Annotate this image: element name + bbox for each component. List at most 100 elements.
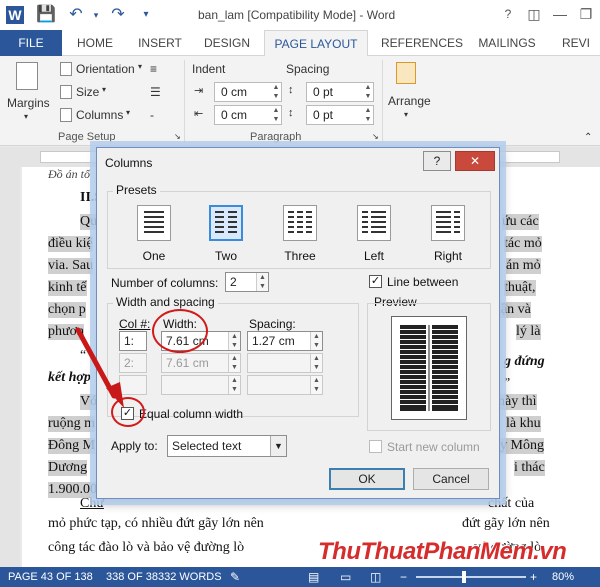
doc-line: chọn p xyxy=(48,302,86,318)
word-app-icon: W xyxy=(6,6,24,24)
tab-design[interactable]: DESIGN xyxy=(196,30,258,56)
indent-left-spinner-icon[interactable]: ▲ ▼ xyxy=(271,83,281,101)
zoom-in-icon[interactable]: + xyxy=(530,567,537,587)
vertical-ruler[interactable] xyxy=(0,167,20,567)
line-between-checkbox[interactable]: ✓ xyxy=(369,275,382,288)
spacing-input-col1[interactable]: 1.27 cm ▲ ▼ xyxy=(247,331,323,351)
width-col2-spinner-icon[interactable]: ▲ ▼ xyxy=(228,354,240,372)
customize-quick-access-icon[interactable]: ▾ xyxy=(136,5,156,25)
columns-dropdown-icon[interactable]: ▾ xyxy=(126,108,130,117)
preset-one[interactable] xyxy=(137,205,171,241)
dialog-close-button[interactable]: ✕ xyxy=(455,151,495,171)
spacing-before-spinner-icon[interactable]: ▲ ▼ xyxy=(363,83,373,101)
web-layout-icon[interactable]: ◫ xyxy=(370,567,381,587)
preset-two[interactable] xyxy=(209,205,243,241)
line-between-label: Line between xyxy=(387,275,459,289)
margins-button[interactable]: Margins xyxy=(7,96,50,110)
indent-left-icon: ⇥ xyxy=(194,85,204,97)
breaks-icon[interactable]: ≡ xyxy=(150,62,157,76)
zoom-out-icon[interactable]: − xyxy=(400,567,407,587)
width-col3-spinner-icon[interactable]: ▲ ▼ xyxy=(228,376,240,394)
width-value-col2: 7.61 cm xyxy=(166,356,209,370)
preset-three[interactable] xyxy=(283,205,317,241)
line-numbers-icon[interactable]: ☰ xyxy=(150,85,161,99)
preset-right-label: Right xyxy=(433,249,462,263)
margins-icon[interactable] xyxy=(16,62,38,90)
zoom-slider[interactable] xyxy=(416,576,526,578)
columns-button[interactable]: Columns xyxy=(76,108,123,122)
ribbon-tabs: FILE HOME INSERT DESIGN PAGE LAYOUT REFE… xyxy=(0,30,600,57)
size-dropdown-icon[interactable]: ▾ xyxy=(102,85,106,94)
doc-line: đứt gãy lớn nên xyxy=(462,516,550,531)
paragraph-group-label: Paragraph xyxy=(250,131,302,143)
tab-references[interactable]: REFERENCES xyxy=(374,30,470,56)
undo-dropdown-icon[interactable]: ▾ xyxy=(86,5,106,25)
spacing-after-value: 0 pt xyxy=(313,108,334,122)
indent-right-spinner-icon[interactable]: ▲ ▼ xyxy=(271,106,281,124)
tab-review[interactable]: REVI xyxy=(552,30,600,56)
doc-line: ” xyxy=(504,376,511,391)
help-button[interactable]: ? xyxy=(496,4,520,24)
margins-dropdown-icon[interactable]: ▾ xyxy=(24,112,28,121)
width-col1-spinner-icon[interactable]: ▲ ▼ xyxy=(228,332,240,350)
arrange-button[interactable]: Arrange xyxy=(388,94,431,108)
tab-page-layout[interactable]: PAGE LAYOUT xyxy=(264,30,368,57)
preset-right[interactable] xyxy=(431,205,465,241)
spacing-input-col3[interactable]: ▲ ▼ xyxy=(247,375,323,395)
indent-left-input[interactable]: 0 cm ▲ ▼ xyxy=(214,82,282,102)
orientation-dropdown-icon[interactable]: ▾ xyxy=(138,62,142,71)
spacing-col2-spinner-icon[interactable]: ▲ ▼ xyxy=(310,354,322,372)
width-input-col2[interactable]: 7.61 cm ▲ ▼ xyxy=(161,353,241,373)
spacing-col3-spinner-icon[interactable]: ▲ ▼ xyxy=(310,376,322,394)
tab-insert[interactable]: INSERT xyxy=(130,30,190,56)
paragraph-launcher-icon[interactable]: ↘ xyxy=(372,132,379,141)
tab-home[interactable]: HOME xyxy=(66,30,124,56)
page-count[interactable]: PAGE 43 OF 138 xyxy=(8,567,93,587)
preview-columns xyxy=(400,325,458,411)
preset-left[interactable] xyxy=(357,205,391,241)
tab-file[interactable]: FILE xyxy=(0,30,62,56)
number-of-columns-value: 2 xyxy=(230,275,237,289)
save-icon[interactable]: 💾 xyxy=(36,5,56,25)
spacing-before-input[interactable]: 0 pt ▲ ▼ xyxy=(306,82,374,102)
indent-right-value: 0 cm xyxy=(221,108,248,122)
redo-icon[interactable]: ↷ xyxy=(108,5,128,25)
spacing-before-icon: ↕ xyxy=(288,84,294,96)
tab-mailings[interactable]: MAILINGS xyxy=(472,30,542,56)
doc-line: án mỏ xyxy=(506,258,541,274)
doc-line: Qu xyxy=(80,214,98,230)
size-button[interactable]: Size xyxy=(76,85,99,99)
arrange-dropdown-icon[interactable]: ▾ xyxy=(404,110,408,119)
start-new-column-checkbox[interactable] xyxy=(369,440,382,453)
width-input-col3[interactable]: ▲ ▼ xyxy=(161,375,241,395)
dialog-help-button[interactable]: ? xyxy=(423,151,451,171)
hyphenation-icon[interactable]: ‐ xyxy=(150,108,154,122)
spacing-after-input[interactable]: 0 pt ▲ ▼ xyxy=(306,105,374,125)
restore-button[interactable]: ❐ xyxy=(574,4,598,24)
proofing-icon[interactable]: ✎ xyxy=(230,567,240,587)
arrange-icon[interactable] xyxy=(396,62,416,84)
apply-to-value: Selected text xyxy=(172,439,242,453)
collapse-ribbon-icon[interactable]: ⌃ xyxy=(584,132,592,143)
spacing-after-spinner-icon[interactable]: ▲ ▼ xyxy=(363,106,373,124)
cancel-button[interactable]: Cancel xyxy=(413,468,489,490)
number-of-columns-input[interactable]: 2 ▲ ▼ xyxy=(225,272,269,292)
ok-button[interactable]: OK xyxy=(329,468,405,490)
apply-to-select[interactable]: Selected text ▼ xyxy=(167,435,287,457)
word-count[interactable]: 338 OF 38332 WORDS xyxy=(106,567,222,587)
doc-line: điều kiệ xyxy=(48,236,93,252)
minimize-button[interactable]: — xyxy=(548,4,572,24)
undo-icon[interactable]: ↶ xyxy=(66,5,86,25)
read-mode-icon[interactable]: ▤ xyxy=(308,567,319,587)
orientation-button[interactable]: Orientation xyxy=(76,62,135,76)
print-layout-icon[interactable]: ▭ xyxy=(340,567,351,587)
spacing-col1-spinner-icon[interactable]: ▲ ▼ xyxy=(310,332,322,350)
page-setup-launcher-icon[interactable]: ↘ xyxy=(174,132,181,141)
zoom-slider-thumb[interactable] xyxy=(462,571,466,583)
apply-to-dropdown-icon[interactable]: ▼ xyxy=(270,436,286,456)
number-of-columns-spinner-icon[interactable]: ▲ ▼ xyxy=(256,273,268,291)
zoom-level[interactable]: 80% xyxy=(552,567,574,587)
indent-right-input[interactable]: 0 cm ▲ ▼ xyxy=(214,105,282,125)
ribbon-display-icon[interactable]: ◫ xyxy=(522,4,546,24)
spacing-input-col2[interactable]: ▲ ▼ xyxy=(247,353,323,373)
